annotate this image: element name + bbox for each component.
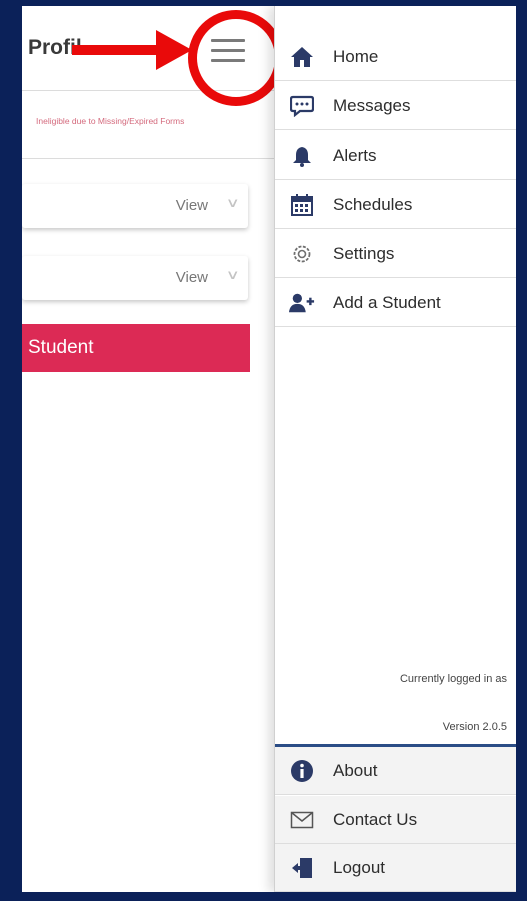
annotation-arrow-head (156, 30, 192, 70)
app-frame: Profil Ineligible due to Missing/Expired… (22, 6, 516, 892)
annotation-circle (188, 10, 284, 106)
divider (22, 158, 274, 159)
add-user-icon (289, 291, 315, 315)
bell-icon (289, 144, 315, 168)
profile-screen: Profil Ineligible due to Missing/Expired… (22, 6, 284, 892)
gear-icon (289, 242, 315, 266)
menu-item-schedules[interactable]: Schedules (275, 181, 516, 229)
menu-item-label: Settings (333, 244, 395, 263)
menu-item-label: Contact Us (333, 810, 418, 829)
menu-item-contact-us[interactable]: Contact Us (275, 796, 516, 844)
status-message: Ineligible due to Missing/Expired Forms (36, 116, 185, 126)
envelope-icon (289, 808, 315, 832)
menu-item-label: Messages (333, 96, 411, 115)
menu-item-label: Home (333, 47, 379, 66)
menu-item-label: Logout (333, 858, 385, 877)
version-text: Version 2.0.5 (442, 721, 507, 733)
menu-item-settings[interactable]: Settings (275, 230, 516, 278)
home-icon (289, 45, 315, 69)
info-icon (289, 759, 315, 783)
add-student-button-label: Student (28, 337, 94, 358)
navigation-drawer: Home Messages Alerts Schedules Settings (274, 6, 516, 892)
student-row[interactable]: View ∨ (22, 184, 248, 228)
menu-item-messages[interactable]: Messages (275, 82, 516, 130)
menu-item-home[interactable]: Home (275, 33, 516, 81)
logout-icon (289, 856, 315, 880)
menu-item-label: About (333, 761, 378, 780)
menu-item-label: Schedules (333, 195, 413, 214)
view-label[interactable]: View (176, 269, 208, 286)
view-label[interactable]: View (176, 197, 208, 214)
student-row[interactable]: View ∨ (22, 256, 248, 300)
messages-icon (289, 94, 315, 118)
calendar-icon (289, 193, 315, 217)
menu-item-label: Add a Student (333, 293, 441, 312)
logged-in-text: Currently logged in as (399, 673, 507, 685)
chevron-down-icon: ∨ (226, 267, 241, 282)
annotation-arrow (72, 45, 162, 55)
menu-item-add-student[interactable]: Add a Student (275, 279, 516, 327)
menu-item-alerts[interactable]: Alerts (275, 132, 516, 180)
menu-item-label: Alerts (333, 146, 377, 165)
chevron-down-icon: ∨ (226, 195, 241, 210)
app-header: Profil (22, 6, 284, 106)
add-student-button[interactable]: Student (22, 324, 250, 372)
menu-item-logout[interactable]: Logout (275, 844, 516, 892)
menu-item-about[interactable]: About (275, 747, 516, 795)
